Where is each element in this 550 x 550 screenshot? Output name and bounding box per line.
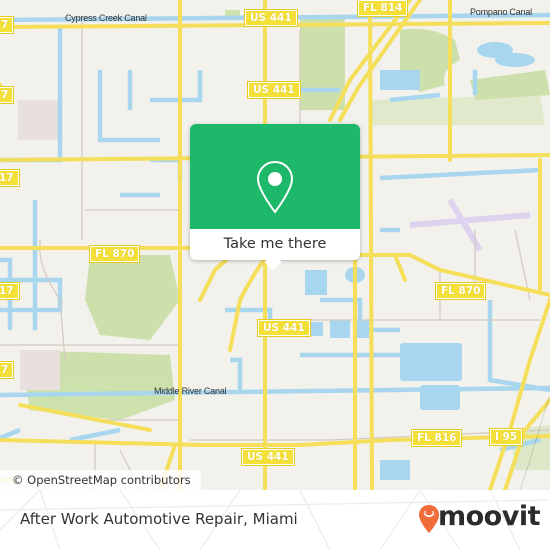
moovit-wordmark: moovit (438, 501, 541, 532)
take-me-there-button[interactable]: Take me there (190, 229, 360, 260)
shield-fl870: FL 870 (434, 282, 487, 300)
shield-us441: US 441 (244, 9, 298, 27)
shield-edge: 17 (0, 282, 20, 300)
shield-edge: 7 (0, 16, 15, 34)
shield-us441: US 441 (241, 448, 295, 466)
location-pin-icon (256, 160, 294, 214)
shield-i95: I 95 (488, 428, 524, 446)
map-attribution[interactable]: © OpenStreetMap contributors (0, 470, 201, 490)
label-pompano-canal: Pompano Canal (470, 7, 532, 17)
label-cypress-creek-canal: Cypress Creek Canal (65, 13, 147, 23)
moovit-pin-icon (419, 505, 439, 533)
label-middle-river-canal: Middle River Canal (154, 386, 227, 396)
shield-us441: US 441 (247, 81, 301, 99)
shield-fl816: FL 816 (410, 429, 463, 447)
place-name: After Work Automotive Repair, Miami (20, 510, 298, 528)
shield-fl870: FL 870 (88, 245, 141, 263)
shield-edge: 17 (0, 169, 20, 187)
shield-edge: 7 (0, 361, 15, 379)
footer-bar: After Work Automotive Repair, Miami moov… (0, 490, 550, 550)
built-areas (18, 100, 60, 390)
map[interactable]: US 441 FL 814 US 441 FL 870 FL 870 US 44… (0, 0, 550, 490)
shield-us441: US 441 (257, 319, 311, 337)
destination-popup: Take me there (190, 124, 360, 271)
shield-edge: 7 (0, 86, 15, 104)
shield-fl814: FL 814 (356, 0, 409, 17)
popup-header (190, 124, 360, 229)
airport-runways (409, 198, 531, 252)
